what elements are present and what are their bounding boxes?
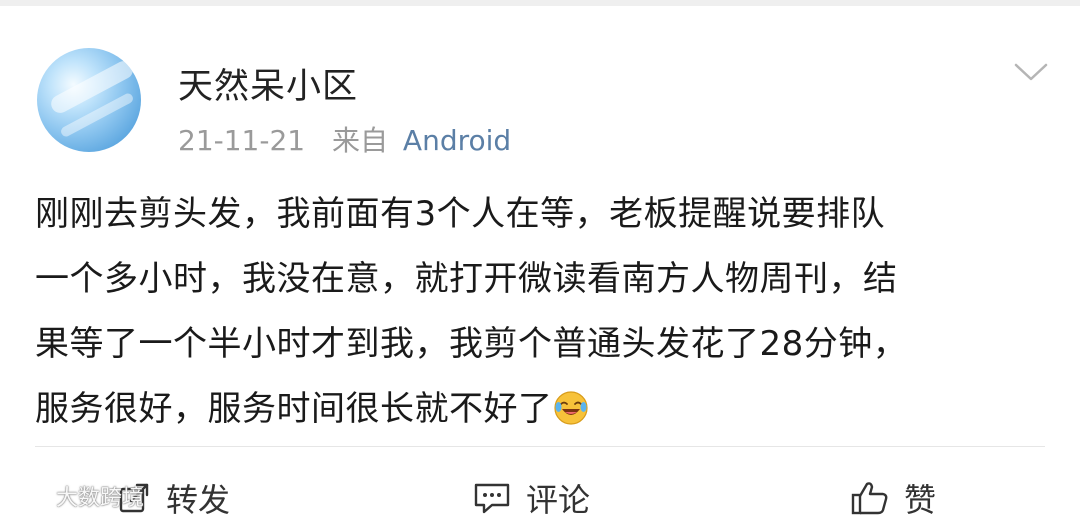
- comment-label: 评论: [526, 481, 591, 519]
- post-text-line: 果等了一个半小时才到我，我剪个普通头发花了28分钟，: [35, 324, 908, 364]
- username[interactable]: 天然呆小区: [178, 58, 358, 109]
- watermark-logo-icon: [10, 484, 54, 508]
- watermark-text: 大数跨境: [56, 486, 145, 511]
- post-meta: 21-11-21 来自 Android: [178, 119, 511, 159]
- post-text-line: 服务很好，服务时间很长就不好了: [35, 389, 553, 429]
- post-body: 刚刚去剪头发，我前面有3个人在等，老板提醒说要排队 一个多小时，我没在意，就打开…: [35, 182, 1045, 442]
- thumbs-up-icon: [851, 482, 888, 515]
- comment-icon: [474, 483, 510, 514]
- laugh-cry-emoji-icon: [553, 391, 588, 425]
- post-from-label: 来自: [332, 124, 389, 157]
- like-label: 赞: [904, 481, 937, 519]
- chevron-down-icon[interactable]: [1014, 62, 1048, 82]
- post-text-line: 刚刚去剪头发，我前面有3个人在等，老板提醒说要排队: [35, 194, 886, 234]
- watermark: 大数跨境: [8, 480, 144, 512]
- user-avatar[interactable]: [37, 48, 141, 152]
- post-date: 21-11-21: [178, 124, 306, 157]
- post-source: Android: [402, 124, 512, 157]
- repost-label: 转发: [166, 481, 231, 519]
- post-action-bar: 转发 评论 赞 大数跨境: [0, 472, 1080, 519]
- action-divider: [35, 446, 1045, 447]
- post-text-line-last: 服务很好，服务时间很长就不好了: [35, 377, 1045, 442]
- like-button[interactable]: 赞: [850, 478, 937, 519]
- post-text-line: 一个多小时，我没在意，就打开微读看南方人物周刊，结: [35, 259, 898, 299]
- comment-button[interactable]: 评论: [472, 478, 591, 519]
